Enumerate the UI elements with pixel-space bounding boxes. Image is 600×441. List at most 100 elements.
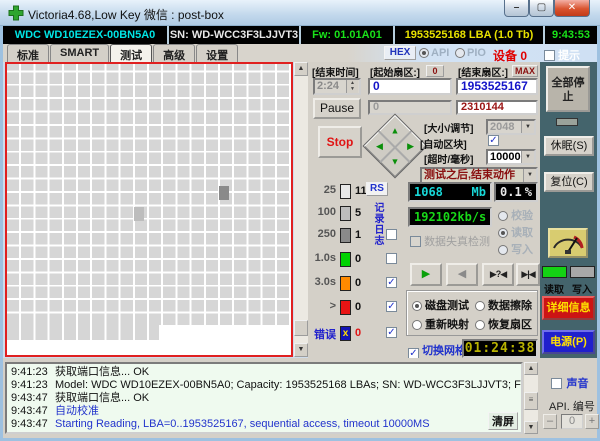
legend-swatch <box>340 228 351 243</box>
victoria-window: Victoria4.68,Low Key 微信 : post-box WDC W… <box>0 0 600 441</box>
hint-checkbox-box <box>544 50 555 61</box>
action-erase-radio[interactable]: 数据擦除 <box>475 297 532 313</box>
action-restore-radio[interactable]: 恢复扇区 <box>475 316 532 332</box>
current-sector-field: 2310144 <box>456 100 538 115</box>
back-button[interactable] <box>446 263 478 286</box>
maximize-icon[interactable] <box>529 0 554 17</box>
end-sector-input[interactable]: 1953525167 <box>456 78 538 95</box>
elapsed-timer-display: 01:24:38 <box>462 339 538 358</box>
device-number: 0 <box>520 49 527 63</box>
drive-info-bar: WDC WD10EZEX-00BN5A0 SN: WD-WCC3F3LJJVT3… <box>3 26 597 44</box>
end-time-spinner[interactable]: 2:24 ▲▼ <box>313 78 361 95</box>
log-scroll-up-icon[interactable] <box>524 362 538 375</box>
scan-grid-filled-area <box>7 64 291 325</box>
write-led <box>570 266 595 278</box>
grid-scroll-up-icon[interactable] <box>294 62 308 76</box>
minimize-icon[interactable] <box>504 0 529 17</box>
play-button[interactable] <box>410 263 442 286</box>
speed-gauge-icon <box>548 228 588 258</box>
seek-question-button[interactable] <box>482 263 514 286</box>
slow-block-250ms <box>219 186 229 200</box>
details-button[interactable]: 详细信息 <box>542 296 595 320</box>
log-line: 9:43:47自动校准 <box>11 405 521 418</box>
stop-all-button[interactable]: 全部停止 <box>546 66 590 112</box>
block-size-dropdown[interactable]: 2048 <box>486 119 536 135</box>
pio-radio[interactable]: PIO <box>455 47 486 59</box>
drive-serial: SN: WD-WCC3F3LJJVT3 <box>169 26 299 44</box>
log-line: 9:43:47获取端口信息... OK <box>11 392 521 405</box>
log-line: 9:43:47Starting Reading, LBA=0..19535251… <box>11 418 521 431</box>
log-scroll-thumb[interactable] <box>524 392 538 410</box>
hint-checkbox[interactable]: 提示 <box>544 47 580 63</box>
scan-grid[interactable] <box>5 62 293 357</box>
api-number-value: 0 <box>561 414 583 429</box>
read-led <box>542 266 567 278</box>
write-mode-radio[interactable]: 写入 <box>498 241 533 257</box>
verify-mode-radio[interactable]: 校验 <box>498 207 533 223</box>
write-led-label: 写入 <box>572 281 592 296</box>
grid-toggle[interactable]: 切换网格 <box>408 342 466 359</box>
action-remap-radio[interactable]: 重新映射 <box>412 316 469 332</box>
max-button[interactable]: MAX <box>512 65 538 77</box>
victoria-app-icon <box>8 5 24 21</box>
legend-3s-checkbox[interactable] <box>386 277 397 288</box>
timeout-dropdown[interactable]: 10000 <box>486 149 536 165</box>
hex-button[interactable]: HEX <box>384 46 416 60</box>
legend-swatch <box>340 206 351 221</box>
legend-over-checkbox[interactable] <box>386 301 397 312</box>
bottom-section: 9:41:23获取端口信息... OK 9:41:23Model: WDC WD… <box>3 358 597 438</box>
distortion-checkbox-box <box>410 236 421 247</box>
auto-block-checkbox[interactable] <box>488 135 499 146</box>
legend-row-25: 251131 <box>308 184 408 202</box>
power-button[interactable]: 电源(P) <box>542 330 595 354</box>
pio-radio-circle <box>455 48 465 58</box>
log-window[interactable]: 9:41:23获取端口信息... OK 9:41:23Model: WDC WD… <box>5 362 523 434</box>
grid-scrollbar[interactable] <box>294 62 308 357</box>
api-plus-button[interactable]: + <box>585 414 599 429</box>
start-sector-input[interactable]: 0 <box>368 78 452 95</box>
api-radio[interactable]: API <box>419 47 449 59</box>
pause-button[interactable]: Pause <box>313 98 361 119</box>
action-groupbox: 磁盘测试 数据擦除 重新映射 恢复扇区 <box>406 290 538 336</box>
log-line: 9:41:23获取端口信息... OK <box>11 366 521 379</box>
start-sector-reset-button[interactable]: 0 <box>426 65 444 77</box>
reset-button[interactable]: 复位(C) <box>544 172 594 192</box>
sleep-button[interactable]: 休眠(S) <box>544 136 594 156</box>
read-mode-radio[interactable]: 读取 <box>498 224 533 240</box>
log-scroll-down-icon[interactable] <box>524 421 538 434</box>
legend-swatch <box>340 252 351 267</box>
tab-standard[interactable]: 标准 <box>7 44 49 62</box>
legend-swatch <box>340 276 351 291</box>
tab-test[interactable]: 测试 <box>110 44 152 62</box>
tab-advanced[interactable]: 高级 <box>153 44 195 62</box>
stop-button[interactable]: Stop <box>318 126 362 158</box>
tab-smart[interactable]: SMART <box>50 44 109 62</box>
grid-scroll-down-icon[interactable] <box>294 343 308 357</box>
grid-scroll-thumb[interactable] <box>294 320 308 336</box>
legend-error-checkbox[interactable] <box>386 327 397 338</box>
end-time-label: [结束时间] <box>312 64 359 79</box>
spinner-arrows-icon[interactable]: ▲▼ <box>346 80 358 93</box>
api-minus-button[interactable]: – <box>543 414 557 429</box>
action-disk-test-radio[interactable]: 磁盘测试 <box>412 297 469 313</box>
legend-1s-checkbox[interactable] <box>386 253 397 264</box>
rs-button[interactable]: RS <box>366 182 388 196</box>
tab-settings[interactable]: 设置 <box>196 44 238 62</box>
end-sector-label: [结束扇区:] <box>458 64 508 79</box>
status-led <box>556 118 578 126</box>
seek-end-button[interactable] <box>516 263 540 286</box>
progress-display: 0.1% <box>494 182 538 202</box>
close-icon[interactable] <box>554 0 590 17</box>
dpad-down-icon[interactable] <box>385 152 405 172</box>
scan-grid-partial-row <box>7 325 159 340</box>
distortion-check[interactable]: 数据失真检测 <box>410 233 490 249</box>
legend-row-100: 1005 <box>308 206 408 224</box>
clear-log-button[interactable]: 清屏 <box>488 412 518 430</box>
legend-250-checkbox[interactable] <box>386 229 397 240</box>
drive-firmware: Fw: 01.01A01 <box>301 26 393 44</box>
sound-checkbox[interactable]: 声音 <box>551 374 588 392</box>
dpad-control <box>362 113 427 178</box>
legend-swatch <box>340 300 351 315</box>
api-number-panel: 声音 API. 编号 – 0 + <box>541 358 597 438</box>
log-scrollbar[interactable] <box>524 362 538 434</box>
